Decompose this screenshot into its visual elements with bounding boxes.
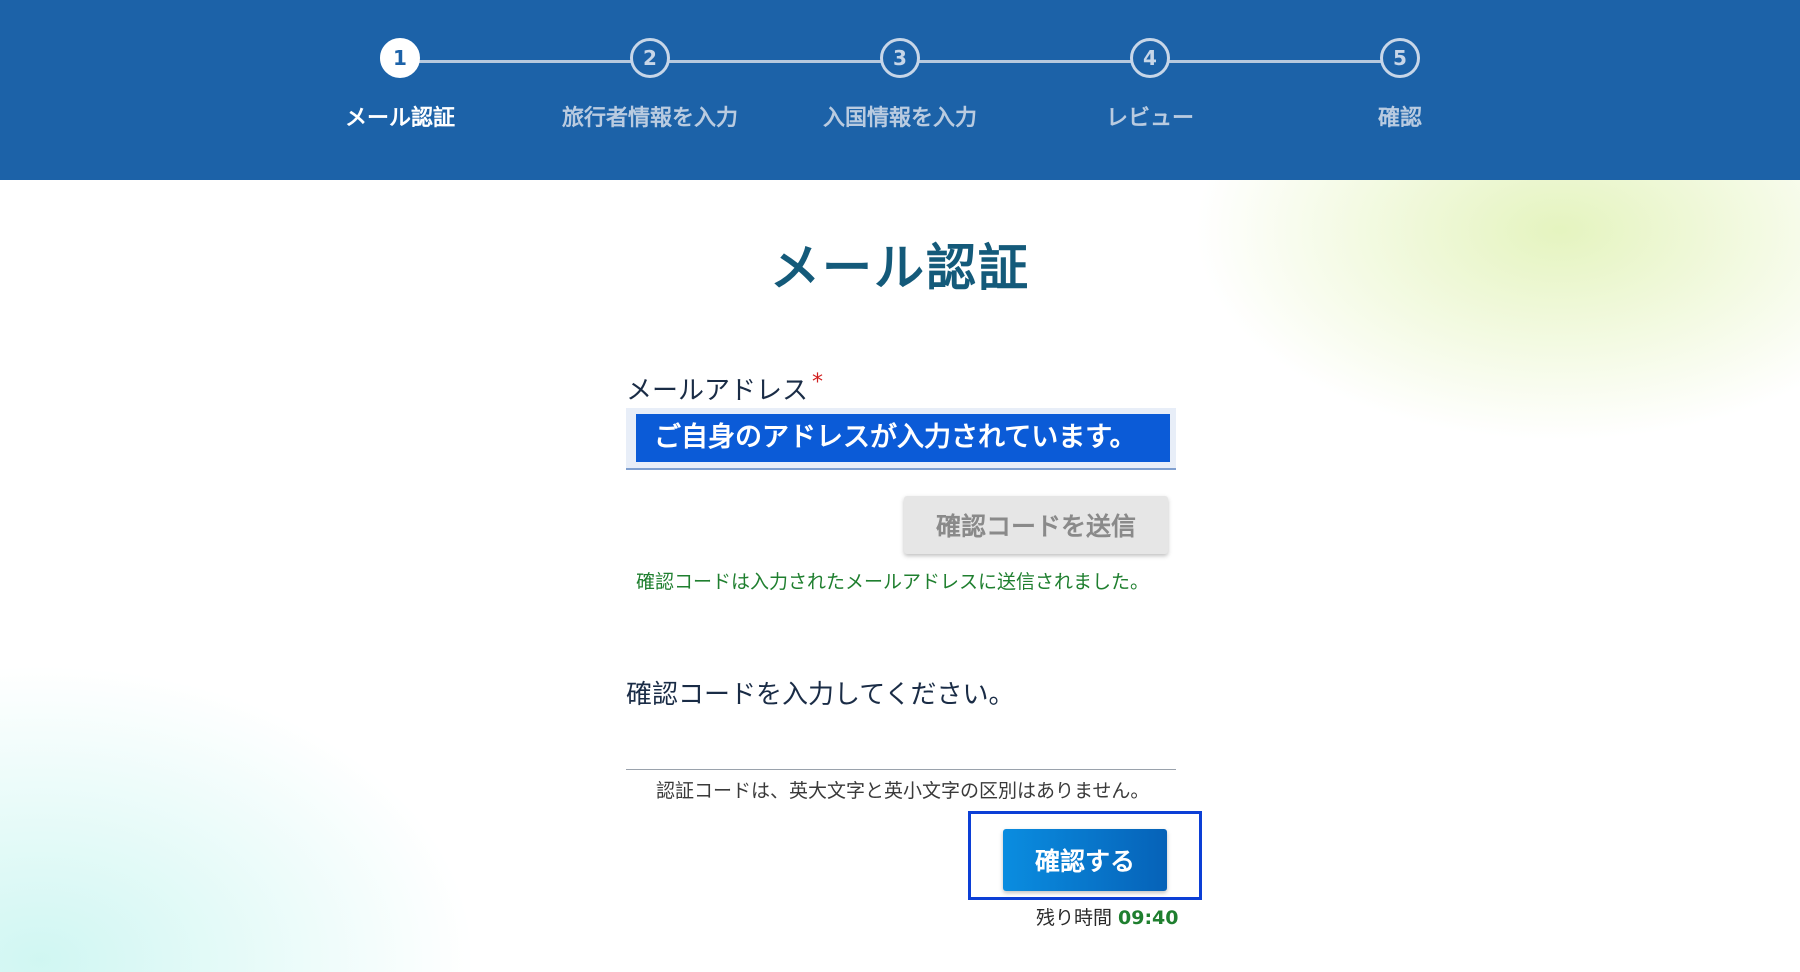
step-4-label: レビュー: [1105, 106, 1194, 131]
step-3-number: 3: [880, 38, 920, 78]
step-4-number: 4: [1130, 38, 1170, 78]
step-2-number: 2: [630, 38, 670, 78]
code-label: 確認コードを入力してください。: [626, 680, 1015, 710]
code-sent-message: 確認コードは入力されたメールアドレスに送信されました。: [636, 571, 1150, 593]
case-insensitive-note: 認証コードは、英大文字と英小文字の区別はありません。: [656, 780, 1150, 802]
step-3-label: 入国情報を入力: [822, 106, 977, 131]
confirm-button[interactable]: 確認する: [1003, 829, 1167, 891]
remaining-time: 残り時間 09:40: [1036, 903, 1179, 930]
email-label: メールアドレス *: [626, 370, 823, 407]
step-2: 2 旅行者情報を入力: [540, 38, 760, 132]
step-4: 4 レビュー: [1040, 38, 1260, 132]
remaining-time-label: 残り時間: [1036, 907, 1113, 929]
email-field-value[interactable]: ご自身のアドレスが入力されています。: [636, 414, 1170, 462]
email-field[interactable]: ご自身のアドレスが入力されています。: [626, 408, 1176, 470]
step-5-number: 5: [1380, 38, 1420, 78]
page-title: メール認証: [770, 239, 1030, 297]
step-5-label: 確認: [1377, 106, 1422, 131]
progress-header: 1 メール認証 2 旅行者情報を入力 3 入国情報を入力 4 レビュー 5 確認: [0, 0, 1800, 180]
step-1-number: 1: [380, 38, 420, 78]
send-code-button[interactable]: 確認コードを送信: [904, 496, 1168, 554]
email-label-text: メールアドレス: [626, 376, 809, 406]
required-mark: *: [812, 370, 824, 395]
step-3: 3 入国情報を入力: [790, 38, 1010, 132]
verification-code-input[interactable]: [626, 718, 1176, 770]
step-2-label: 旅行者情報を入力: [561, 106, 738, 131]
step-1-label: メール認証: [344, 106, 455, 131]
step-1: 1 メール認証: [290, 38, 510, 132]
remaining-time-value: 09:40: [1118, 907, 1179, 929]
step-5: 5 確認: [1290, 38, 1510, 132]
